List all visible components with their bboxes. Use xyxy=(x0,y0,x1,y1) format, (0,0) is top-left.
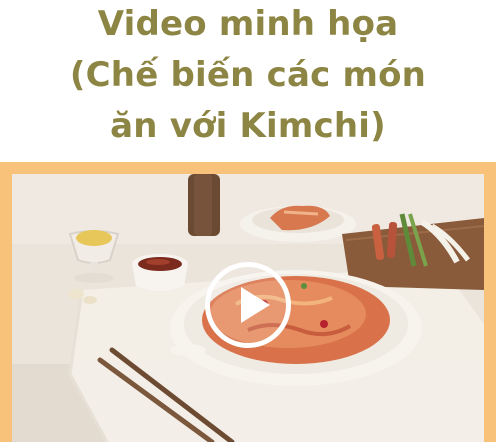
play-button[interactable] xyxy=(205,262,291,348)
video-title: Video minh họa (Chế biến các món ăn với … xyxy=(0,0,496,162)
video-player[interactable] xyxy=(12,174,484,442)
video-title-line-1: Video minh họa xyxy=(97,4,399,44)
video-title-line-3: ăn với Kimchi) xyxy=(110,106,386,146)
play-icon xyxy=(241,287,270,323)
video-frame xyxy=(0,162,496,442)
video-title-line-2: (Chế biến các món xyxy=(69,55,427,95)
